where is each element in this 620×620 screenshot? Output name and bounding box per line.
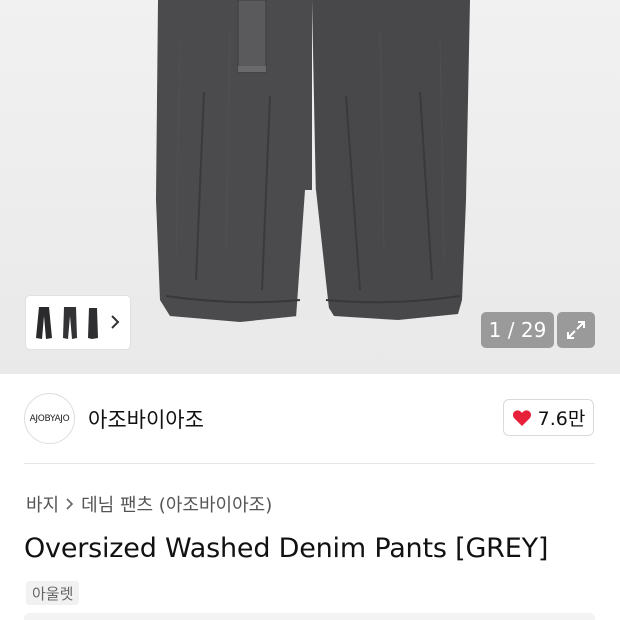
next-section [24, 613, 595, 620]
breadcrumb-subcategory[interactable]: 데님 팬츠 (아조바이아조) [81, 491, 272, 517]
divider [24, 463, 595, 464]
thumbnail-pants-3[interactable] [86, 306, 100, 340]
expand-button[interactable] [557, 312, 595, 348]
thumbnail-pants-2[interactable] [61, 306, 79, 340]
brand-logo-text: AJOBYAJO [29, 413, 70, 424]
image-counter: 1 / 29 [481, 312, 554, 348]
breadcrumb-category[interactable]: 바지 [26, 491, 59, 517]
thumbnail-images[interactable] [30, 301, 104, 345]
chevron-right-icon[interactable] [108, 313, 122, 331]
brand-name[interactable]: 아조바이아조 [88, 404, 204, 434]
outlet-tag: 아울렛 [26, 581, 80, 605]
product-title: Oversized Washed Denim Pants [GREY] [24, 533, 549, 564]
breadcrumb: 바지 데님 팬츠 (아조바이아조) [26, 491, 272, 517]
expand-icon [567, 321, 585, 339]
thumbnail-pants-1[interactable] [34, 306, 54, 340]
product-image-gallery[interactable]: 1 / 29 [0, 0, 620, 374]
heart-icon [512, 409, 531, 426]
brand-logo[interactable]: AJOBYAJO [24, 393, 75, 444]
like-count: 7.6만 [537, 408, 586, 430]
chevron-right-icon [66, 498, 74, 510]
like-button[interactable]: 7.6만 [503, 399, 594, 436]
thumbnail-strip[interactable] [26, 296, 130, 349]
